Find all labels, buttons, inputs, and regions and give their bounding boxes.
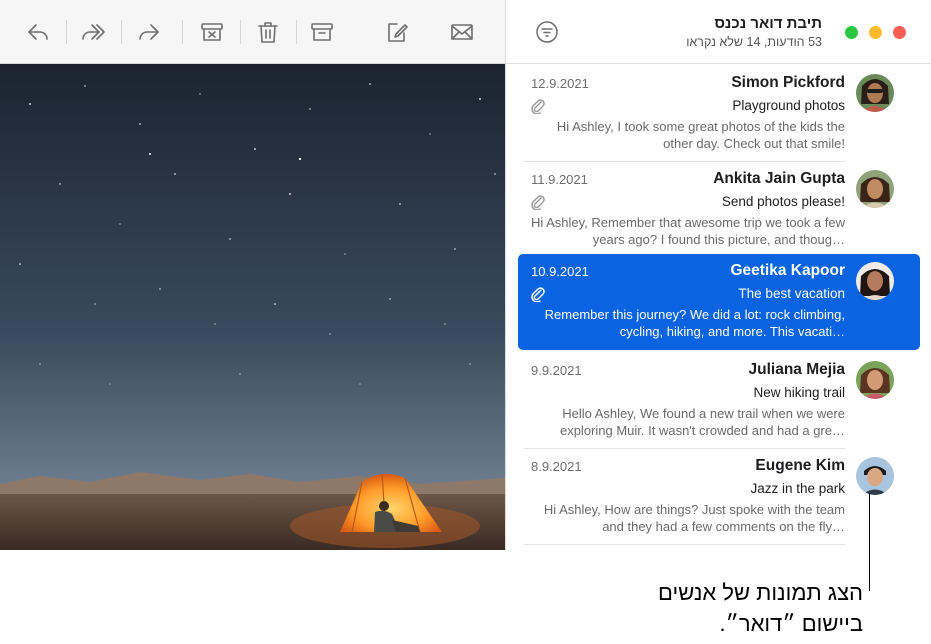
avatar: [856, 361, 894, 399]
message-subject: New hiking trail: [753, 385, 845, 400]
attachment-icon: [531, 286, 545, 303]
minimize-button[interactable]: [869, 26, 882, 39]
toolbar-separator: [182, 20, 183, 44]
message-divider: [524, 544, 845, 545]
message-date: 9.9.2021: [531, 363, 582, 378]
close-button[interactable]: [893, 26, 906, 39]
avatar: [856, 262, 894, 300]
message-photo: [0, 64, 505, 550]
message-subject: Jazz in the park: [750, 481, 845, 496]
callout-line: [869, 493, 870, 591]
message-item[interactable]: Ankita Jain Gupta 11.9.2021 Send photos …: [518, 162, 920, 258]
message-sender: Eugene Kim: [755, 457, 845, 474]
toolbar-separator: [240, 20, 241, 44]
toolbar-separator: [296, 20, 297, 44]
callout-line-2: ביישום ״דואר״.: [719, 611, 863, 636]
message-preview: Hi Ashley, Remember that awesome trip we…: [530, 215, 845, 247]
message-date: 11.9.2021: [531, 172, 588, 187]
filter-icon[interactable]: [535, 20, 559, 44]
message-sender: Juliana Mejia: [748, 361, 845, 378]
toolbar: [0, 0, 505, 64]
message-sender: Simon Pickford: [731, 74, 845, 91]
archive-junk-icon[interactable]: [199, 19, 225, 45]
trash-icon[interactable]: [255, 19, 281, 45]
message-preview: Hi Ashley, I took some great photos of t…: [556, 119, 845, 151]
attachment-icon: [531, 98, 545, 115]
message-subject: Send photos please!: [721, 194, 845, 209]
mailbox-title: תיבת דואר נכנס: [714, 15, 822, 32]
message-item[interactable]: Juliana Mejia 9.9.2021 New hiking trail …: [518, 353, 920, 449]
archive-icon[interactable]: [309, 19, 335, 45]
message-date: 12.9.2021: [531, 76, 589, 91]
message-viewer: [0, 0, 505, 550]
callout-text: הצג תמונות של אנשים ביישום ״דואר״.: [658, 577, 863, 639]
avatar: [856, 74, 894, 112]
reply-icon[interactable]: [25, 19, 51, 45]
message-sender: Geetika Kapoor: [730, 262, 845, 279]
message-list-pane: תיבת דואר נכנס 53 הודעות, 14 שלא נקראו S…: [505, 0, 931, 550]
avatar: [856, 457, 894, 495]
message-item[interactable]: Eugene Kim 8.9.2021 Jazz in the park Hi …: [518, 449, 920, 545]
get-mail-icon[interactable]: [449, 19, 475, 45]
avatar: [856, 170, 894, 208]
forward-icon[interactable]: [136, 19, 162, 45]
message-preview: Remember this journey? We did a lot: roc…: [544, 307, 845, 339]
message-sender: Ankita Jain Gupta: [713, 170, 845, 187]
message-date: 10.9.2021: [531, 264, 589, 279]
callout-line-1: הצג תמונות של אנשים: [658, 580, 863, 605]
message-preview: Hi Ashley, How are things? Just spoke wi…: [543, 502, 845, 534]
compose-icon[interactable]: [384, 19, 410, 45]
attachment-icon: [531, 194, 545, 211]
zoom-button[interactable]: [845, 26, 858, 39]
message-preview: Hello Ashley, We found a new trail when …: [559, 406, 845, 438]
mailbox-header: תיבת דואר נכנס 53 הודעות, 14 שלא נקראו: [506, 0, 931, 64]
toolbar-separator: [66, 20, 67, 44]
toolbar-separator: [121, 20, 122, 44]
message-item[interactable]: Simon Pickford 12.9.2021 Playground phot…: [518, 66, 920, 162]
message-subject: Playground photos: [732, 98, 845, 113]
message-item-selected[interactable]: Geetika Kapoor 10.9.2021 The best vacati…: [518, 254, 920, 350]
mailbox-subtitle: 53 הודעות, 14 שלא נקראו: [686, 35, 822, 49]
message-subject: The best vacation: [738, 286, 845, 301]
mail-window: תיבת דואר נכנס 53 הודעות, 14 שלא נקראו S…: [0, 0, 931, 550]
reply-all-icon[interactable]: [80, 19, 106, 45]
message-date: 8.9.2021: [531, 459, 582, 474]
